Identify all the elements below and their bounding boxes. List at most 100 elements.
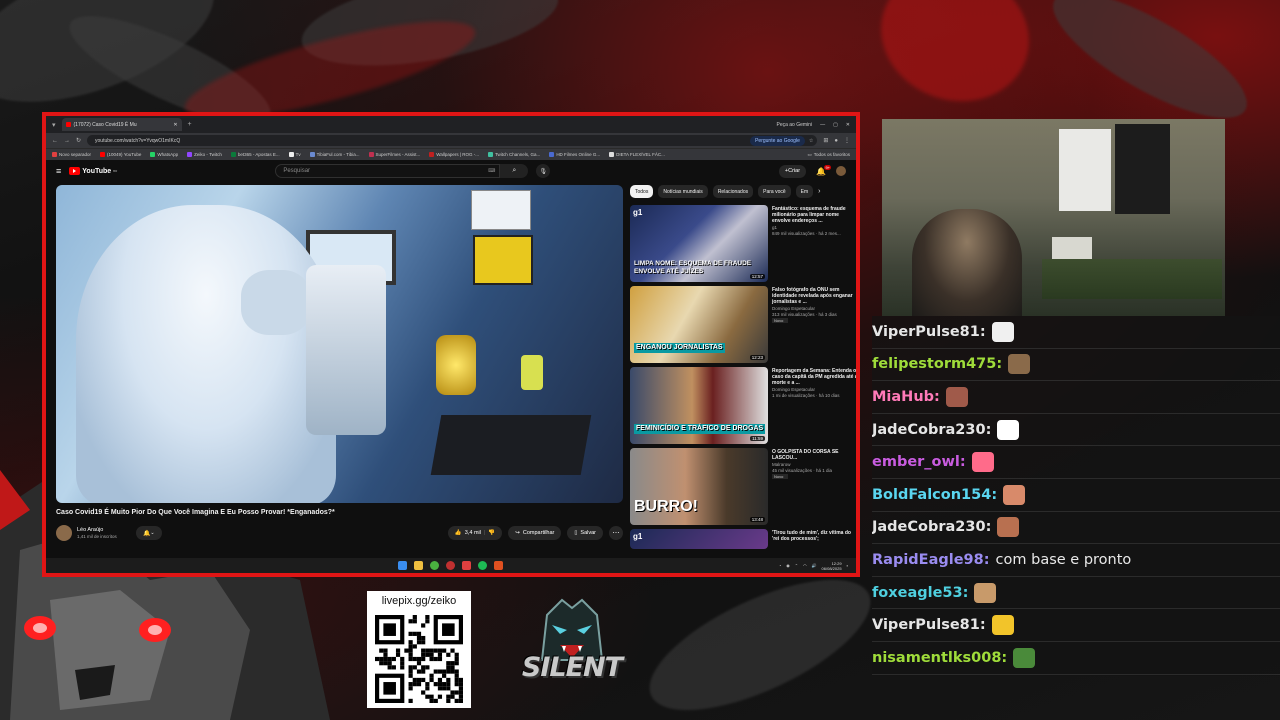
chat-username[interactable]: felipestorm475: xyxy=(872,356,1002,372)
spotify-icon[interactable] xyxy=(478,561,487,570)
video-thumbnail[interactable]: FEMINICÍDIO E TRÁFICO DE DROGAS 11:59 xyxy=(630,367,768,444)
reload-icon[interactable]: ↻ xyxy=(76,137,81,144)
controller-poster xyxy=(1059,129,1111,211)
search-button[interactable]: ⌕ xyxy=(500,164,529,178)
bookmark[interactable]: Tv xyxy=(288,152,301,157)
like-button[interactable]: 👍 3,4 mil | 👎 xyxy=(447,526,503,540)
recommendation-item[interactable]: g1 LIMPA NOME: ESQUEMA DE FRAUDE ENVOLVE… xyxy=(630,205,856,286)
notification-center-icon[interactable]: ▪ xyxy=(847,563,848,568)
flask xyxy=(436,335,476,395)
chat-username[interactable]: JadeCobra230: xyxy=(872,519,991,535)
bookmark[interactable]: bet365 - Apostas E... xyxy=(230,152,280,157)
chat-username[interactable]: MiaHub: xyxy=(872,389,940,405)
chevron-right-icon[interactable]: › xyxy=(818,188,820,195)
chat-message: JadeCobra230: xyxy=(872,512,1280,545)
chat-username[interactable]: JadeCobra230: xyxy=(872,422,991,438)
minimize-icon[interactable]: — xyxy=(820,122,825,128)
chrome-icon[interactable] xyxy=(430,561,439,570)
file-explorer-icon[interactable] xyxy=(414,561,423,570)
chat-username[interactable]: ember_owl: xyxy=(872,454,966,470)
chip-todos[interactable]: Todos xyxy=(630,185,654,198)
bookmark[interactable]: WhatsApp xyxy=(150,152,178,157)
thumbs-up-icon: 👍 xyxy=(454,530,462,536)
video-player[interactable] xyxy=(56,185,623,503)
more-actions-icon[interactable]: ⋯ xyxy=(609,526,623,540)
chat-username[interactable]: ViperPulse81: xyxy=(872,324,986,340)
chat-username[interactable]: BoldFalcon154: xyxy=(872,487,997,503)
star-icon[interactable]: ☆ xyxy=(809,138,813,144)
video-thumbnail[interactable]: g1 LIMPA NOME: ESQUEMA DE FRAUDE ENVOLVE… xyxy=(630,205,768,282)
tray-icon[interactable]: ◔ xyxy=(779,563,781,568)
address-bar[interactable]: youtube.com/watch?v=YvqwO1mIKcQ Pergunte… xyxy=(87,135,818,146)
bookmark[interactable]: Novo separador xyxy=(52,152,91,157)
bookmarks-bar: Novo separador (10049) YouTube WhatsApp … xyxy=(46,148,856,160)
bookmark[interactable]: Zeiko - Twitch xyxy=(187,152,222,157)
search-input[interactable]: Pesquisar ⌨ xyxy=(275,164,501,178)
forward-icon[interactable]: → xyxy=(64,138,70,144)
chip-para-voce[interactable]: Para você xyxy=(758,185,791,198)
bookmark[interactable]: Twitch Channels, Ga... xyxy=(488,152,540,157)
recommendation-item[interactable]: g1 'Tirou tudo de mim', diz vítima do 'r… xyxy=(630,529,856,549)
subscribe-bell-button[interactable]: 🔔 ⌄ xyxy=(135,526,162,540)
all-bookmarks[interactable]: ▭ Todos os favoritos xyxy=(807,152,850,158)
clock[interactable]: 12:29 06/08/2025 xyxy=(822,561,842,571)
chip-relacionados[interactable]: Relacionados xyxy=(712,185,754,198)
new-tab-icon[interactable]: + xyxy=(188,121,192,128)
youtube-logo[interactable]: YouTube BR xyxy=(69,167,117,175)
youtube-watch-page: Caso Covid19 É Muito Pior Do Que Você Im… xyxy=(46,182,856,556)
recommendation-item[interactable]: ENGANOU JORNALISTAS 12:23 Falso fotógraf… xyxy=(630,286,856,367)
chat-emote-icon xyxy=(991,615,1014,636)
bookmark[interactable]: SuperFilmes - Assist... xyxy=(368,152,420,157)
close-window-icon[interactable]: ✕ xyxy=(846,122,850,128)
tray-icon[interactable]: ⌃ xyxy=(795,563,798,568)
extensions-icon[interactable]: ⊞ xyxy=(823,137,828,144)
bookmark[interactable]: Wallpapers | ROG -... xyxy=(429,152,479,157)
voice-search-button[interactable]: 🎙 xyxy=(536,164,551,178)
ask-google-button[interactable]: Pergunte ao Google xyxy=(750,135,805,146)
gemini-button[interactable]: Peça ao Gemini xyxy=(776,122,812,128)
tab-close-icon[interactable]: ✕ xyxy=(173,122,177,128)
bell-icon: 🔔 xyxy=(142,530,151,537)
chat-username[interactable]: nisamentlks008: xyxy=(872,650,1007,666)
bg-red-stroke xyxy=(862,0,1048,122)
keyboard-icon[interactable]: ⌨ xyxy=(488,168,499,174)
bookmark[interactable]: DIETA FLEXÍVEL FÁC... xyxy=(609,152,665,157)
save-button[interactable]: ▯ Salvar xyxy=(567,526,603,540)
bookmark[interactable]: TibiaFul.com - Tibia... xyxy=(309,152,360,157)
app-icon[interactable] xyxy=(462,561,471,570)
chip-more[interactable]: Em xyxy=(795,185,814,198)
opera-icon[interactable] xyxy=(446,561,455,570)
bookmark[interactable]: (10049) YouTube xyxy=(100,152,141,157)
back-icon[interactable]: ← xyxy=(52,138,58,144)
share-button[interactable]: ↪ Compartilhar xyxy=(508,526,562,540)
channel-name[interactable]: Léo Araújo xyxy=(77,527,117,533)
channel-avatar[interactable] xyxy=(56,525,72,541)
chat-username[interactable]: ViperPulse81: xyxy=(872,617,986,633)
stream-overlay: ▾ (17072) Caso Covid19 É Mu ✕ + Peça ao … xyxy=(0,0,1280,720)
app-icon[interactable] xyxy=(494,561,503,570)
volume-icon[interactable]: 🔊 xyxy=(812,563,817,568)
account-avatar[interactable] xyxy=(836,166,846,176)
browser-window: ▾ (17072) Caso Covid19 É Mu ✕ + Peça ao … xyxy=(42,112,860,577)
maximize-icon[interactable]: ▢ xyxy=(833,122,838,128)
chat-username[interactable]: foxeagle53: xyxy=(872,585,968,601)
video-thumbnail[interactable]: g1 xyxy=(630,529,768,549)
video-thumbnail[interactable]: BURRO! 13:48 xyxy=(630,448,768,525)
browser-menu-icon[interactable]: ⋮ xyxy=(844,137,850,144)
start-icon[interactable] xyxy=(398,561,407,570)
tray-icon[interactable]: ◉ xyxy=(786,563,790,568)
tab-list-icon[interactable]: ▾ xyxy=(52,121,56,129)
wifi-icon[interactable]: ◠ xyxy=(803,563,807,568)
chat-username[interactable]: RapidEagle98: xyxy=(872,552,990,568)
hamburger-menu-icon[interactable]: ≡ xyxy=(56,166,61,176)
notifications-bell-icon[interactable]: 🔔 9+ xyxy=(816,164,831,176)
video-thumbnail[interactable]: ENGANOU JORNALISTAS 12:23 xyxy=(630,286,768,363)
tab-active[interactable]: (17072) Caso Covid19 É Mu ✕ xyxy=(61,118,182,131)
windows-taskbar: ◔ ◉ ⌃ ◠ 🔊 12:29 06/08/2025 ▪ xyxy=(46,558,856,573)
create-button[interactable]: + Criar xyxy=(778,164,807,178)
recommendation-item[interactable]: FEMINICÍDIO E TRÁFICO DE DROGAS 11:59 Re… xyxy=(630,367,856,448)
recommendation-item[interactable]: BURRO! 13:48 O GOLPISTA DO CORSA SE LASC… xyxy=(630,448,856,529)
profile-icon[interactable]: ● xyxy=(834,138,838,144)
chip-noticias[interactable]: Notícias mundiais xyxy=(658,185,708,198)
bookmark[interactable]: HD Filmes Online G... xyxy=(549,152,600,157)
